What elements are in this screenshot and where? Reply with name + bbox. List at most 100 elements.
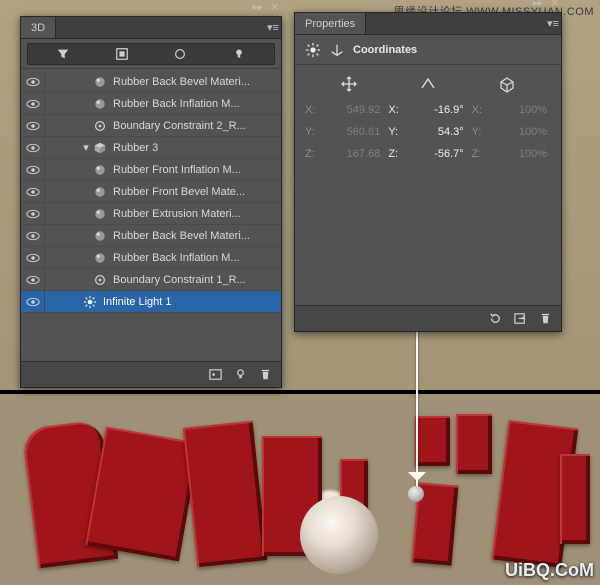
light-icon: [81, 293, 99, 311]
layer-row[interactable]: Rubber Back Inflation M...: [21, 247, 281, 269]
material-icon: [91, 73, 109, 91]
filters-icon[interactable]: [55, 46, 71, 62]
layer-label: Rubber Back Bevel Materi...: [113, 76, 277, 88]
visibility-toggle[interactable]: [21, 291, 45, 312]
tab-3d[interactable]: 3D: [21, 17, 56, 38]
layer-label: Rubber Back Inflation M...: [113, 98, 277, 110]
coord-row-z: Z:167.68 Z:-56.7° Z:100%: [295, 143, 561, 165]
visibility-toggle[interactable]: [21, 247, 45, 268]
material-icon: [91, 161, 109, 179]
watermark-bottom: UiBQ.CoM: [505, 560, 594, 581]
layer-row[interactable]: Boundary Constraint 1_R...: [21, 269, 281, 291]
layer-label: Boundary Constraint 2_R...: [113, 120, 277, 132]
layer-row[interactable]: Rubber Front Bevel Mate...: [21, 181, 281, 203]
visibility-toggle[interactable]: [21, 159, 45, 180]
layer-label: Rubber Front Bevel Mate...: [113, 186, 277, 198]
layer-row[interactable]: Rubber Extrusion Materi...: [21, 203, 281, 225]
collapse-icon[interactable]: ▸▸: [533, 0, 543, 9]
panel-properties-bottom-bar: [295, 305, 561, 331]
panel-3d-layer-list: Rubber Back Bevel Materi... Rubber Back I…: [21, 71, 281, 361]
visibility-toggle[interactable]: [21, 93, 45, 114]
light-gizmo-handle[interactable]: [408, 486, 424, 502]
rotation-field[interactable]: X:-16.9°: [388, 104, 467, 116]
constraint-icon: [91, 117, 109, 135]
layer-row[interactable]: Rubber Back Bevel Materi...: [21, 225, 281, 247]
rotate-icon[interactable]: [419, 75, 437, 93]
trash-icon[interactable]: [258, 367, 273, 382]
move-to-icon[interactable]: [513, 311, 528, 326]
layer-row-infinite-light[interactable]: Infinite Light 1: [21, 291, 281, 313]
coordinates-icon[interactable]: [329, 42, 345, 58]
collapse-icon[interactable]: ▸▸: [253, 2, 263, 13]
layer-label: Infinite Light 1: [103, 296, 277, 308]
red-letter: [415, 416, 450, 466]
panel-3d-filter-box: [27, 43, 275, 65]
visibility-toggle[interactable]: [21, 137, 45, 158]
panel-menu-icon[interactable]: ▾≡: [265, 17, 281, 38]
material-icon: [91, 249, 109, 267]
collapse-arrow-icon[interactable]: ▾: [81, 141, 91, 154]
layer-label: Boundary Constraint 1_R...: [113, 274, 277, 286]
layer-row[interactable]: Rubber Front Inflation M...: [21, 159, 281, 181]
coord-row-y: Y:560.81 Y:54.3° Y:100%: [295, 121, 561, 143]
mesh-icon: [91, 139, 109, 157]
visibility-toggle[interactable]: [21, 203, 45, 224]
properties-section-header: Coordinates: [295, 35, 561, 65]
red-letter: [560, 454, 590, 544]
red-letter: [183, 421, 267, 568]
section-title: Coordinates: [353, 44, 417, 56]
layer-row[interactable]: Rubber Back Bevel Materi...: [21, 71, 281, 93]
scale-field[interactable]: Y:100%: [472, 126, 551, 138]
visibility-toggle[interactable]: [21, 71, 45, 92]
rotation-field[interactable]: Z:-56.7°: [388, 148, 467, 160]
lower-3d-viewport[interactable]: [0, 394, 600, 585]
rotation-field[interactable]: Y:54.3°: [388, 126, 467, 138]
new-light-icon[interactable]: [233, 367, 248, 382]
visibility-toggle[interactable]: [21, 115, 45, 136]
render-icon[interactable]: [208, 367, 223, 382]
annotation-arrow: [416, 328, 418, 488]
tab-properties[interactable]: Properties: [295, 13, 366, 34]
material-icon: [91, 95, 109, 113]
red-letter: [85, 427, 199, 562]
position-field[interactable]: X:549.92: [305, 104, 384, 116]
panel-properties-window-controls: ▸▸ ✕: [533, 0, 559, 9]
panel-3d-filter-row: [21, 39, 281, 69]
panel-properties-tabbar: Properties ▾≡: [295, 13, 561, 35]
trash-icon[interactable]: [538, 311, 553, 326]
layer-label: Rubber Front Inflation M...: [113, 164, 277, 176]
panel-properties: ▸▸ ✕ Properties ▾≡ Coordinates X:549.92X…: [294, 12, 562, 332]
panel-3d-window-controls: ▸▸ ✕: [253, 2, 279, 13]
layer-label: Rubber Back Bevel Materi...: [113, 230, 277, 242]
panel-3d: ▸▸ ✕ 3D ▾≡ Rubber Back Bevel Materi...Ru…: [20, 16, 282, 388]
scene-icon[interactable]: [114, 46, 130, 62]
mesh-filter-icon[interactable]: [172, 46, 188, 62]
coord-row-x: X:549.92 X:-16.9° X:100%: [295, 99, 561, 121]
light-bulb-icon[interactable]: [231, 46, 247, 62]
visibility-toggle[interactable]: [21, 225, 45, 246]
scale-field[interactable]: Z:100%: [472, 148, 551, 160]
position-field[interactable]: Z:167.68: [305, 148, 384, 160]
close-icon[interactable]: ✕: [551, 0, 559, 9]
light-source-icon: [305, 42, 321, 58]
panel-menu-icon[interactable]: ▾≡: [545, 13, 561, 34]
reset-icon[interactable]: [488, 311, 503, 326]
close-icon[interactable]: ✕: [271, 2, 279, 13]
light-gizmo-sphere[interactable]: [300, 496, 378, 574]
coord-column-headers: [295, 65, 561, 99]
layer-label: Rubber Extrusion Materi...: [113, 208, 277, 220]
layer-row[interactable]: Boundary Constraint 2_R...: [21, 115, 281, 137]
panel-3d-tabbar: 3D ▾≡: [21, 17, 281, 39]
layer-row[interactable]: ▾Rubber 3: [21, 137, 281, 159]
visibility-toggle[interactable]: [21, 181, 45, 202]
position-field[interactable]: Y:560.81: [305, 126, 384, 138]
layer-label: Rubber Back Inflation M...: [113, 252, 277, 264]
layer-row[interactable]: Rubber Back Inflation M...: [21, 93, 281, 115]
visibility-toggle[interactable]: [21, 269, 45, 290]
material-icon: [91, 227, 109, 245]
scale-icon[interactable]: [498, 75, 516, 93]
red-letter: [456, 414, 492, 474]
material-icon: [91, 205, 109, 223]
move-icon[interactable]: [340, 75, 358, 93]
scale-field[interactable]: X:100%: [472, 104, 551, 116]
